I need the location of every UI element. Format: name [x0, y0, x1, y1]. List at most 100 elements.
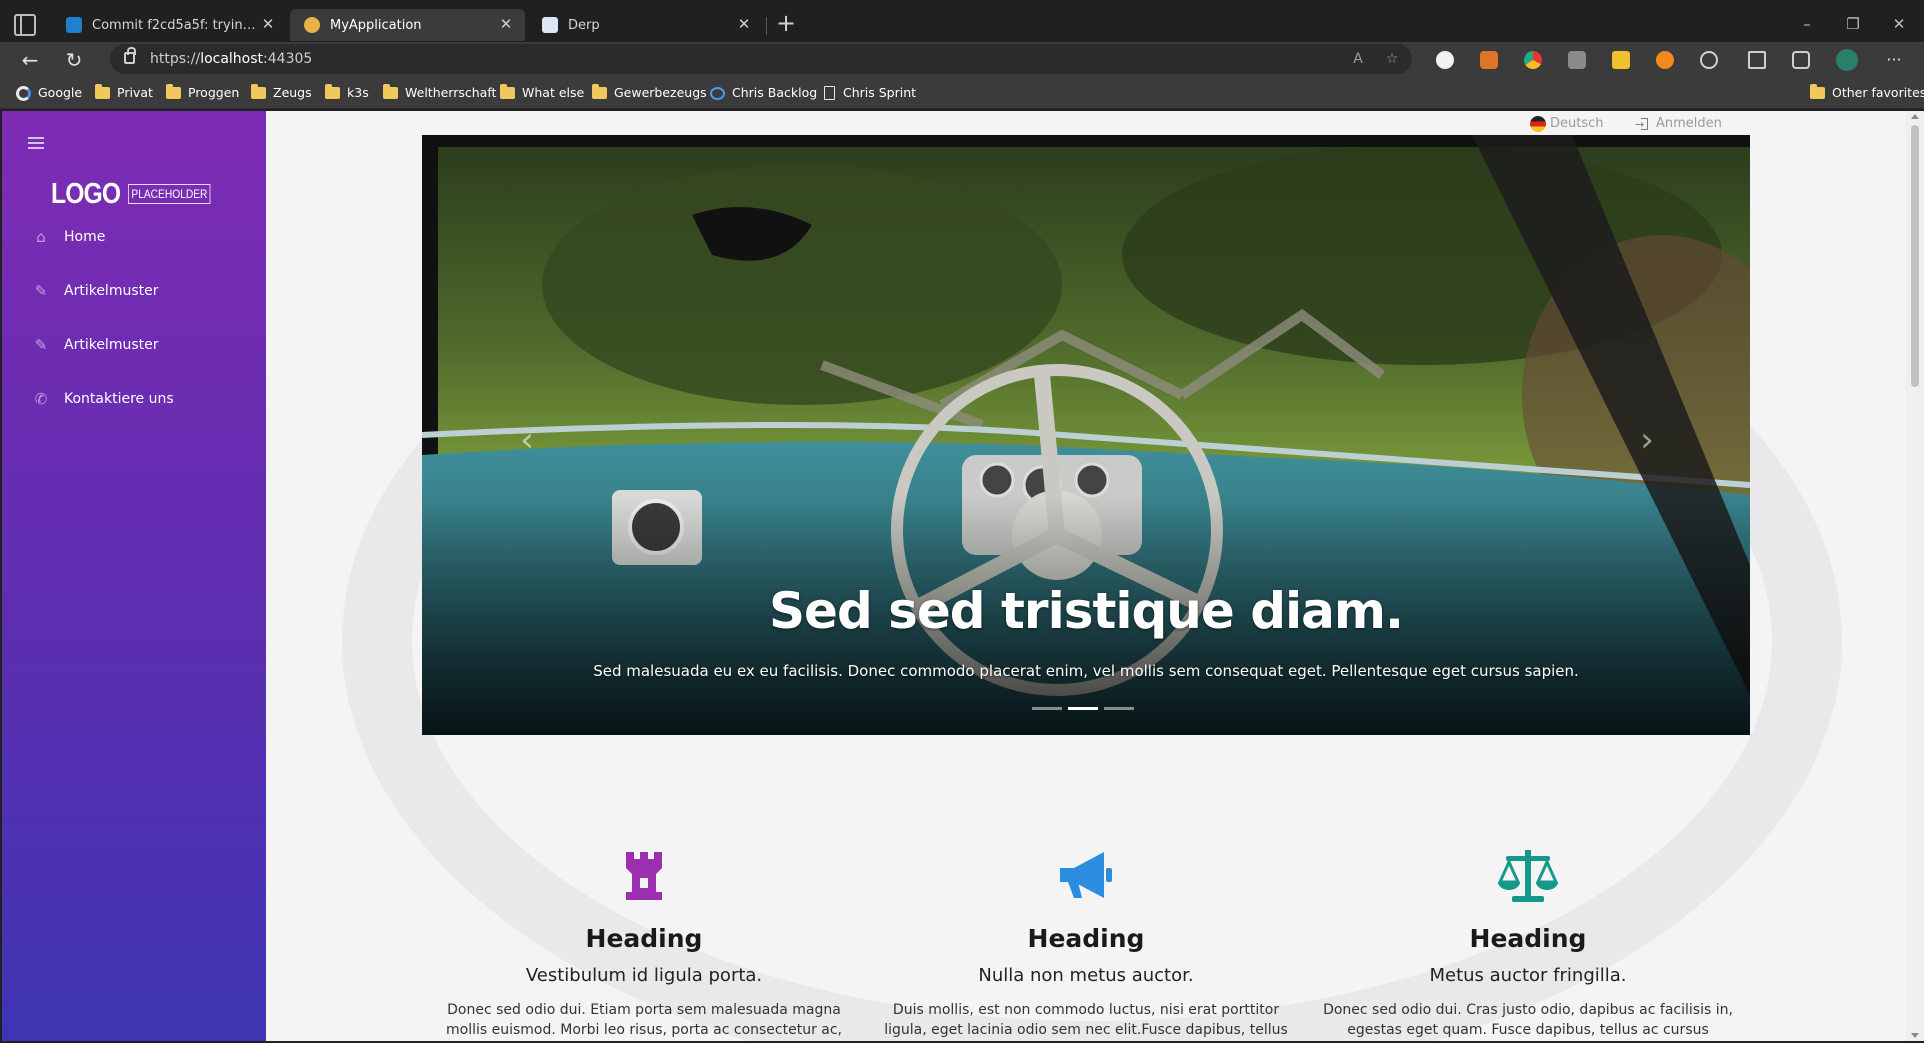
bookmark-chris-sprint[interactable]: Chris Sprint — [824, 84, 916, 102]
google-icon — [16, 85, 31, 101]
tab-separator — [766, 17, 767, 35]
extension-icon[interactable] — [1568, 51, 1586, 69]
bookmark-folder[interactable]: Proggen — [166, 84, 239, 102]
close-icon[interactable]: ✕ — [735, 15, 753, 33]
sidebar-item-label: Kontaktiere uns — [64, 391, 174, 407]
feature-column: Heading Nulla non metus auctor. Duis mol… — [876, 844, 1296, 1041]
carousel-title: Sed sed tristique diam. — [769, 582, 1404, 640]
feature-body: Donec sed odio dui. Etiam porta sem male… — [445, 1002, 843, 1038]
bookmark-label: Weltherrschaft — [405, 85, 497, 100]
page-scrollbar[interactable] — [1906, 111, 1924, 1041]
add-favorite-icon[interactable]: ☆ — [1382, 49, 1402, 69]
folder-icon — [95, 84, 110, 99]
feature-subheading: Vestibulum id ligula porta. — [525, 965, 763, 986]
scale-icon — [1497, 850, 1559, 902]
refresh-icon[interactable]: ↻ — [60, 46, 88, 74]
bookmark-label: Proggen — [188, 85, 240, 100]
bookmark-folder[interactable]: Gewerbezeugs — [592, 84, 707, 102]
bookmark-folder[interactable]: Weltherrschaft — [383, 84, 496, 102]
folder-icon — [251, 84, 266, 99]
tab-myapplication[interactable]: MyApplication ✕ — [290, 9, 525, 41]
logo-main: LOGO — [51, 177, 121, 210]
bookmark-other-favorites[interactable]: Other favorites — [1810, 84, 1924, 102]
home-icon: ⌂ — [36, 228, 46, 246]
more-icon[interactable]: ··· — [1880, 46, 1908, 74]
tab-derp[interactable]: Derp ✕ — [528, 9, 763, 41]
bookmark-folder[interactable]: Zeugs — [251, 84, 312, 102]
language-selector[interactable]: Deutsch — [1530, 111, 1604, 137]
browser-window: Commit f2cd5a5f: trying left me ✕ MyAppl… — [0, 0, 1924, 1043]
carousel-next-icon[interactable]: › — [1632, 423, 1662, 457]
favorites-icon[interactable] — [1748, 51, 1766, 69]
carousel-indicator[interactable] — [1032, 707, 1062, 710]
window-close-icon[interactable]: ✕ — [1884, 12, 1914, 36]
sidebar-item-home[interactable]: ⌂ Home — [32, 224, 105, 250]
bookmark-label: Google — [38, 85, 83, 100]
bookmark-folder[interactable]: Privat — [95, 84, 153, 102]
login-link[interactable]: Anmelden — [1635, 111, 1722, 138]
feature-heading: Heading — [1469, 924, 1587, 953]
feature-heading: Heading — [585, 924, 703, 953]
language-label: Deutsch — [1550, 116, 1604, 131]
bookmark-label: Privat — [117, 85, 153, 100]
restore-icon[interactable]: ❐ — [1838, 12, 1868, 36]
minimize-icon[interactable]: – — [1792, 12, 1822, 36]
hamburger-menu-icon[interactable] — [28, 137, 44, 149]
extension-icon[interactable] — [1524, 51, 1542, 69]
folder-icon — [325, 84, 340, 99]
extension-icon[interactable] — [1656, 51, 1674, 69]
megaphone-icon — [1060, 852, 1112, 898]
back-icon[interactable]: ← — [16, 46, 44, 74]
bookmark-label: k3s — [347, 85, 369, 100]
lock-icon — [124, 47, 136, 64]
carousel-indicator[interactable] — [1104, 707, 1134, 710]
document-icon — [542, 17, 558, 33]
extensions-puzzle-icon[interactable] — [1700, 51, 1718, 69]
extension-icon[interactable] — [1612, 51, 1630, 69]
scrollbar-thumb[interactable] — [1911, 125, 1919, 387]
sidebar-item-kontakt[interactable]: ✆ Kontaktiere uns — [32, 386, 174, 412]
tab-actions-icon[interactable] — [14, 14, 36, 36]
feature-body: Duis mollis, est non commodo luctus, nis… — [884, 1002, 1288, 1038]
azure-devops-icon — [66, 17, 82, 33]
close-icon[interactable]: ✕ — [497, 15, 515, 33]
carousel-prev-icon[interactable]: ‹ — [512, 423, 542, 457]
url-host: localhost — [200, 51, 264, 67]
folder-icon — [592, 84, 607, 99]
tab-commit[interactable]: Commit f2cd5a5f: trying left me ✕ — [52, 9, 287, 41]
scroll-down-icon[interactable] — [1911, 1033, 1919, 1038]
read-aloud-icon[interactable]: A — [1348, 49, 1368, 69]
scroll-up-icon[interactable] — [1911, 114, 1919, 119]
app-sidebar: LOGO PLACEHOLDER ⌂ Home ✎ Artikelmuster … — [2, 111, 266, 1041]
tab-title: Derp — [568, 17, 600, 33]
bookmark-chris-backlog[interactable]: Chris Backlog — [710, 84, 817, 102]
new-tab-icon[interactable]: + — [773, 11, 799, 37]
carousel-text: Sed malesuada eu ex eu facilisis. Donec … — [593, 662, 1579, 680]
bookmark-folder[interactable]: k3s — [325, 84, 369, 102]
feature-body: Donec sed odio dui. Cras justo odio, dap… — [1323, 1002, 1733, 1038]
tab-title: Commit f2cd5a5f: trying left me — [92, 17, 257, 33]
extension-icon[interactable] — [1436, 51, 1454, 69]
bookmark-google[interactable]: Google — [16, 84, 82, 102]
extension-icon[interactable] — [1480, 51, 1498, 69]
logo-sub: PLACEHOLDER — [128, 184, 212, 204]
bookmark-label: Other favorites — [1832, 85, 1924, 100]
address-bar[interactable]: https://localhost:44305 A ☆ — [110, 44, 1412, 74]
folder-icon — [1810, 84, 1825, 99]
carousel-image — [422, 135, 1750, 735]
login-label: Anmelden — [1656, 116, 1722, 131]
bookmark-folder[interactable]: What else — [500, 84, 584, 102]
collections-icon[interactable] — [1792, 51, 1810, 69]
profile-avatar[interactable] — [1836, 49, 1858, 71]
logo[interactable]: LOGO PLACEHOLDER — [51, 177, 226, 211]
carousel-indicator[interactable] — [1068, 707, 1098, 710]
app-favicon-icon — [304, 17, 320, 33]
bookmark-label: Chris Sprint — [843, 85, 917, 100]
sidebar-item-artikelmuster[interactable]: ✎ Artikelmuster — [32, 278, 159, 304]
url-scheme: https:// — [150, 51, 201, 67]
feature-column: Heading Metus auctor fringilla. Donec se… — [1318, 844, 1738, 1040]
close-icon[interactable]: ✕ — [259, 15, 277, 33]
sidebar-item-artikelmuster[interactable]: ✎ Artikelmuster — [32, 332, 159, 358]
edit-icon: ✎ — [34, 282, 48, 300]
feature-column: Heading Vestibulum id ligula porta. Done… — [434, 844, 854, 1040]
